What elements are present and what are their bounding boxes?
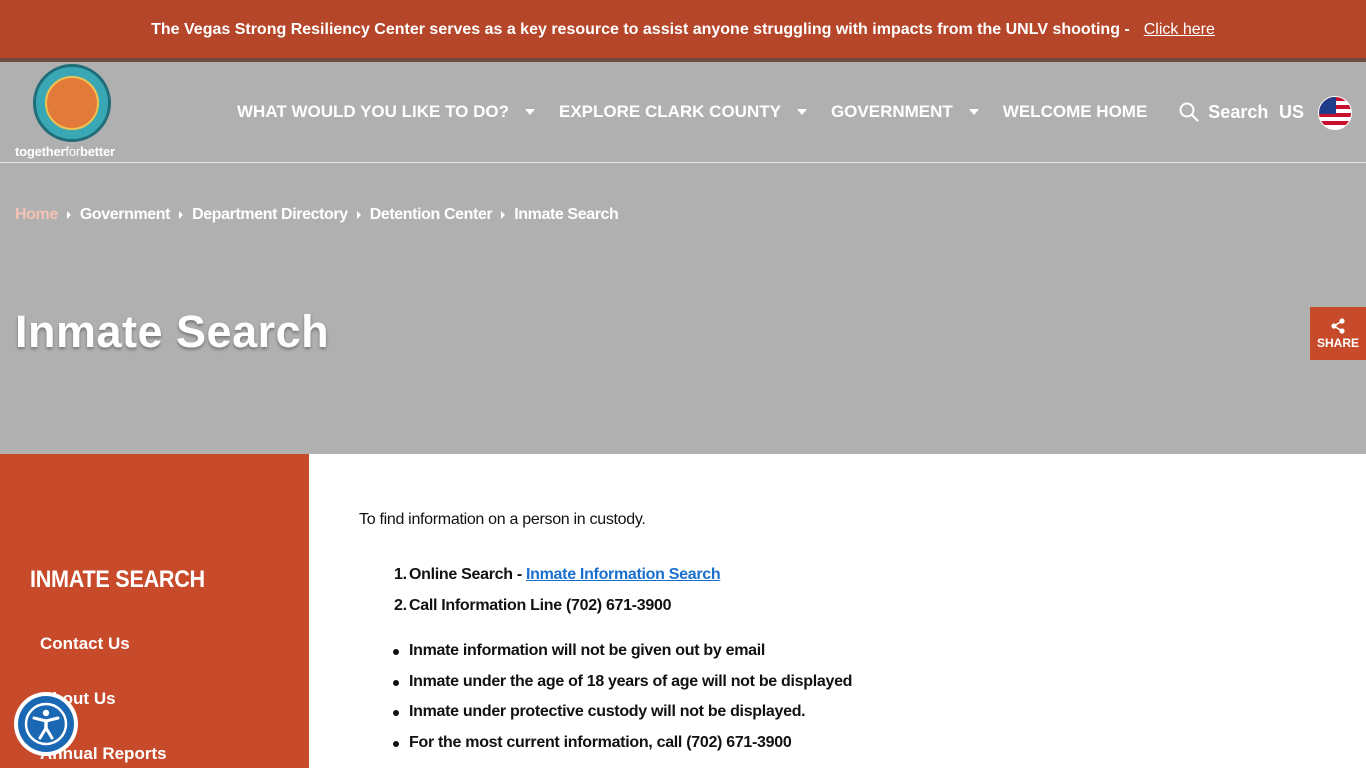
language-selector[interactable]: US xyxy=(1279,102,1304,123)
list-item: 2. Call Information Line (702) 671-3900 xyxy=(394,597,672,614)
site-header: togetherforbetter WHAT WOULD YOU LIKE TO… xyxy=(0,62,1366,163)
us-flag-icon[interactable] xyxy=(1318,96,1352,130)
chevron-down-icon xyxy=(796,109,807,115)
nav-government[interactable]: GOVERNMENT xyxy=(831,102,1003,122)
bullet-icon xyxy=(393,710,399,716)
breadcrumb: Home Government Department Directory Det… xyxy=(15,206,619,224)
breadcrumb-home[interactable]: Home xyxy=(15,206,58,224)
bullet-icon xyxy=(393,740,399,747)
chevron-right-icon xyxy=(356,211,361,219)
accessibility-button[interactable] xyxy=(14,692,78,756)
accessibility-icon xyxy=(24,702,68,746)
search-button[interactable]: Search xyxy=(1179,102,1268,123)
list-item: 1. Online Search - Inmate Information Sea… xyxy=(394,566,721,583)
chevron-down-icon xyxy=(968,109,979,115)
main-content: To find information on a person in custo… xyxy=(309,454,1366,768)
clark-county-logo[interactable]: togetherforbetter xyxy=(15,64,135,160)
share-icon xyxy=(1331,317,1345,334)
list-item: Inmate under the age of 18 years of age … xyxy=(393,673,852,704)
search-label: Search xyxy=(1208,101,1269,122)
list-item: For the most current information, call (… xyxy=(393,734,852,765)
share-label: SHARE xyxy=(1316,335,1359,350)
nav-explore-clark-county[interactable]: EXPLORE CLARK COUNTY xyxy=(559,102,831,122)
sidebar-title: INMATE SEARCH xyxy=(30,566,205,593)
nav-welcome-home[interactable]: WELCOME HOME xyxy=(1003,102,1148,122)
chevron-down-icon xyxy=(524,109,535,115)
county-seal-icon xyxy=(33,64,111,142)
breadcrumb-department-directory[interactable]: Department Directory xyxy=(192,206,348,224)
alert-banner: The Vegas Strong Resiliency Center serve… xyxy=(0,0,1366,60)
chevron-right-icon xyxy=(179,211,184,219)
bullet-icon xyxy=(393,649,399,655)
search-steps-list: 1. Online Search - Inmate Information Sea… xyxy=(394,566,721,628)
logo-tagline: togetherforbetter xyxy=(15,144,115,159)
nav-what-would-you-like-to-do[interactable]: WHAT WOULD YOU LIKE TO DO? xyxy=(237,102,559,122)
inmate-information-search-link[interactable]: Inmate Information Search xyxy=(526,566,721,583)
sidebar-item-contact-us[interactable]: Contact Us xyxy=(40,634,130,654)
chevron-right-icon xyxy=(501,211,506,219)
alert-click-here-link[interactable]: Click here xyxy=(1144,21,1215,39)
breadcrumb-detention-center[interactable]: Detention Center xyxy=(370,206,493,224)
breadcrumb-government[interactable]: Government xyxy=(80,206,171,224)
list-item: Inmate under protective custody will not… xyxy=(393,703,852,734)
search-icon xyxy=(1179,102,1199,122)
page-title: Inmate Search xyxy=(15,306,330,357)
intro-text: To find information on a person in custo… xyxy=(359,511,646,528)
share-button[interactable]: SHARE xyxy=(1310,307,1366,360)
chevron-right-icon xyxy=(66,211,71,219)
hero-section: togetherforbetter WHAT WOULD YOU LIKE TO… xyxy=(0,62,1366,454)
main-nav: WHAT WOULD YOU LIKE TO DO? EXPLORE CLARK… xyxy=(237,100,1268,124)
list-item: Inmate information will not be given out… xyxy=(393,642,852,673)
breadcrumb-inmate-search: Inmate Search xyxy=(514,206,619,223)
bullet-icon xyxy=(393,679,399,686)
alert-text: The Vegas Strong Resiliency Center serve… xyxy=(151,21,1130,38)
notes-list: Inmate information will not be given out… xyxy=(393,642,852,765)
